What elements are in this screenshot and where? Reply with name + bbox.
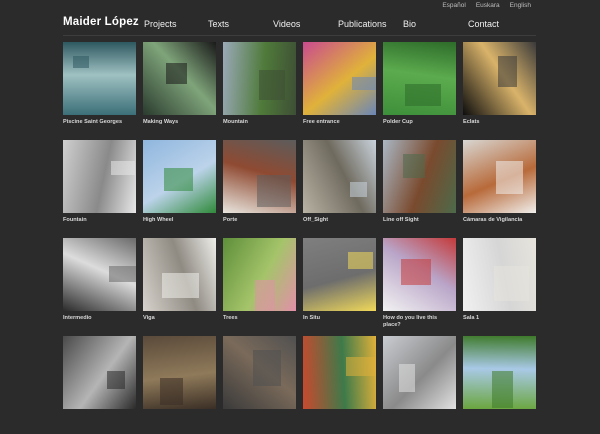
city-skyline-image[interactable] — [383, 140, 456, 213]
language-switcher: Español Euskara English — [442, 2, 531, 9]
installation-room-image[interactable] — [143, 42, 216, 115]
project-grid: Piscine Saint Georges Making Ways Mountain… — [63, 42, 536, 434]
project-caption[interactable]: Fountain — [63, 213, 136, 238]
project-caption[interactable]: Mountain — [223, 115, 296, 140]
project-caption[interactable] — [223, 409, 296, 434]
crowd-street-image[interactable] — [143, 336, 216, 409]
street-map-image[interactable] — [383, 238, 456, 311]
thumbnail-texture — [166, 63, 187, 84]
thumbnail-texture — [352, 77, 376, 90]
doorway-image[interactable] — [223, 140, 296, 213]
thumbnail-texture — [257, 175, 291, 207]
project-caption[interactable] — [463, 409, 536, 434]
main-nav: Projects Texts Videos Publications Bio C… — [0, 19, 600, 33]
nav-publications[interactable]: Publications — [338, 19, 387, 29]
header-divider — [63, 35, 536, 36]
pool-swimmers-image[interactable] — [63, 42, 136, 115]
city-plaza-image[interactable] — [383, 336, 456, 409]
thumbnail-texture — [401, 259, 431, 285]
thumbnail-texture — [403, 154, 425, 178]
lang-espanol-link[interactable]: Español — [442, 2, 466, 9]
project-caption[interactable]: Sala 1 — [463, 311, 536, 336]
white-room-image[interactable] — [463, 238, 536, 311]
project-caption[interactable]: Free entrance — [303, 115, 376, 140]
gallery-wood-image[interactable] — [463, 140, 536, 213]
park-hill-image[interactable] — [223, 42, 296, 115]
scrap-metal-image[interactable] — [63, 336, 136, 409]
dome-night-image[interactable] — [463, 42, 536, 115]
project-caption[interactable]: Viga — [143, 311, 216, 336]
project-caption[interactable]: How do you live this place? — [383, 311, 456, 336]
thumbnail-texture — [405, 84, 441, 106]
thumbnail-texture — [259, 70, 285, 100]
project-caption[interactable]: Cámaras de Vigilancia — [463, 213, 536, 238]
project-caption[interactable]: Intermedio — [63, 311, 136, 336]
balloons-sky-image[interactable] — [143, 140, 216, 213]
corridor-image[interactable] — [143, 238, 216, 311]
nav-videos[interactable]: Videos — [273, 19, 300, 29]
fountain-wall-image[interactable] — [63, 140, 136, 213]
nav-bio[interactable]: Bio — [403, 19, 416, 29]
thumbnail-texture — [253, 350, 281, 386]
street-trees-image[interactable] — [303, 140, 376, 213]
thumbnail-texture — [160, 378, 183, 405]
green-hills-image[interactable] — [463, 336, 536, 409]
thumbnail-texture — [164, 168, 193, 191]
nav-projects[interactable]: Projects — [144, 19, 177, 29]
thumbnail-texture — [494, 266, 529, 301]
project-caption[interactable]: In Situ — [303, 311, 376, 336]
thumbnail-texture — [255, 280, 275, 311]
project-caption[interactable]: Porte — [223, 213, 296, 238]
football-field-image[interactable] — [383, 42, 456, 115]
project-caption[interactable]: High Wheel — [143, 213, 216, 238]
project-caption[interactable]: Trees — [223, 311, 296, 336]
colored-facades-image[interactable] — [303, 336, 376, 409]
floor-plan-model-image[interactable] — [63, 238, 136, 311]
nav-contact[interactable]: Contact — [468, 19, 499, 29]
nav-texts[interactable]: Texts — [208, 19, 229, 29]
project-caption[interactable] — [383, 409, 456, 434]
thumbnail-texture — [162, 273, 199, 298]
garden-trees-image[interactable] — [223, 238, 296, 311]
thumbnail-texture — [350, 182, 367, 197]
pavement-square-image[interactable] — [303, 238, 376, 311]
thumbnail-texture — [498, 56, 517, 87]
project-caption[interactable]: Piscine Saint Georges — [63, 115, 136, 140]
thumbnail-texture — [348, 252, 373, 269]
lang-euskara-link[interactable]: Euskara — [476, 2, 500, 9]
project-caption[interactable]: Off_Sight — [303, 213, 376, 238]
project-caption[interactable]: Eclats — [463, 115, 536, 140]
project-caption[interactable] — [143, 409, 216, 434]
thumbnail-texture — [399, 364, 415, 392]
thumbnail-texture — [107, 371, 125, 389]
project-caption[interactable]: Polder Cup — [383, 115, 456, 140]
thumbnail-texture — [492, 371, 513, 408]
project-caption[interactable] — [63, 409, 136, 434]
thumbnail-texture — [496, 161, 523, 194]
thumbnail-texture — [109, 266, 136, 282]
thumbnail-texture — [111, 161, 135, 175]
thumbnail-texture — [73, 56, 89, 68]
colorful-building-image[interactable] — [303, 42, 376, 115]
thumbnail-texture — [346, 357, 376, 376]
project-caption[interactable]: Making Ways — [143, 115, 216, 140]
project-caption[interactable]: Line off Sight — [383, 213, 456, 238]
project-caption[interactable] — [303, 409, 376, 434]
debris-image[interactable] — [223, 336, 296, 409]
lang-english-link[interactable]: English — [510, 2, 531, 9]
